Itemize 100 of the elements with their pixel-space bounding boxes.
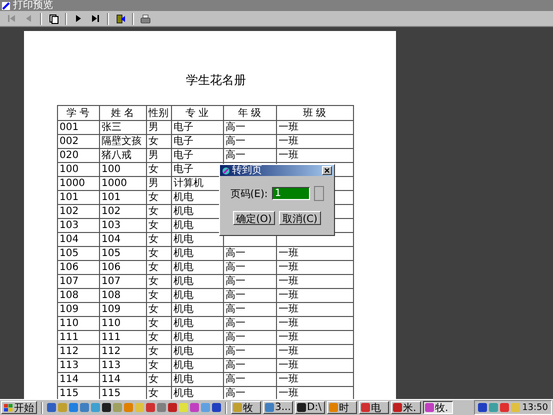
table-cell: 机电 [171,372,223,386]
start-button[interactable]: 开始 [1,401,37,414]
app-icon [233,403,242,412]
spin-control[interactable] [314,186,324,201]
table-cell: 电子 [171,120,223,134]
table-cell: 一班 [276,372,353,386]
table-cell: 高一 [223,120,276,134]
table-cell: 112 [57,344,99,358]
table-cell: 107 [57,274,99,288]
app-icon [361,403,370,412]
table-cell: 102 [57,204,99,218]
taskbar-button[interactable]: 3... [263,401,293,414]
table-cell: 114 [57,372,99,386]
app-icon [425,403,434,412]
table-cell: 001 [57,120,99,134]
table-cell: 一班 [276,120,353,134]
table-cell: 电子 [171,148,223,162]
ok-button[interactable]: 确定(O) [233,211,275,225]
table-cell: 109 [57,302,99,316]
table-cell: 100 [57,162,99,176]
taskbar-button[interactable]: D:\ [295,401,325,414]
table-cell: 002 [57,134,99,148]
table-cell: 女 [146,218,171,232]
table-cell: 111 [99,330,146,344]
table-cell: 一班 [276,148,353,162]
table-cell: 男 [146,176,171,190]
table-cell: 109 [99,302,146,316]
table-cell: 一班 [276,274,353,288]
column-header: 姓 名 [99,106,146,120]
table-cell: 女 [146,260,171,274]
taskbar-button[interactable]: 米. [391,401,421,414]
table-cell: 105 [57,246,99,260]
table-cell: 机电 [171,316,223,330]
table-cell: 女 [146,246,171,260]
taskbar-button[interactable]: 电 [359,401,389,414]
table-cell: 高一 [223,372,276,386]
table-cell: 高一 [223,344,276,358]
table-cell: 107 [99,274,146,288]
table-cell: 女 [146,358,171,372]
table-cell: 机电 [171,274,223,288]
table-cell: 机电 [171,260,223,274]
table-cell: 女 [146,316,171,330]
table-cell: 104 [99,232,146,246]
table-cell: 102 [99,204,146,218]
table-cell: 男 [146,148,171,162]
table-cell: 高一 [223,330,276,344]
table-cell: 111 [57,330,99,344]
table-cell: 女 [146,330,171,344]
print-button[interactable] [138,12,153,25]
table-cell: 101 [99,190,146,204]
taskbar-button[interactable]: 牧 [231,401,261,414]
table-cell: 高一 [223,260,276,274]
table-cell: 机电 [171,246,223,260]
table-cell: 机电 [171,330,223,344]
taskbar-button[interactable]: 时 [327,401,357,414]
table-cell: 108 [57,288,99,302]
table-cell: 110 [57,316,99,330]
table-cell: 100 [99,162,146,176]
windows-logo-icon [4,404,13,412]
table-cell: 女 [146,134,171,148]
print-icon [140,14,151,24]
close-icon [324,168,330,173]
cancel-button[interactable]: 取消(C) [279,211,321,225]
window-title: 打印预览 [13,0,53,11]
app-icon [265,403,274,412]
table-cell: 113 [57,358,99,372]
table-cell: 一班 [276,330,353,344]
table-cell: 020 [57,148,99,162]
last-page-icon [91,14,100,23]
table-cell: 103 [99,218,146,232]
table-cell: 机电 [171,344,223,358]
previous-page-icon [24,14,33,23]
table-cell: 106 [57,260,99,274]
taskbar-button[interactable]: 牧. [423,401,453,414]
table-cell: 104 [57,232,99,246]
table-cell: 一班 [276,302,353,316]
table-cell: 女 [146,274,171,288]
table-cell: 101 [57,190,99,204]
table-cell: 一班 [276,134,353,148]
column-header: 专 业 [171,106,223,120]
dialog-icon [222,166,230,174]
table-cell: 108 [99,288,146,302]
first-page-icon [7,14,16,23]
table-cell: 女 [146,204,171,218]
column-header: 班 级 [276,106,353,120]
table-cell: 一班 [276,260,353,274]
next-page-icon [74,14,83,23]
table-cell: 一班 [276,358,353,372]
app-icon [297,403,306,412]
table-cell: 高一 [223,246,276,260]
table-cell: 一班 [276,246,353,260]
page-number-field[interactable]: 1 [272,187,310,200]
table-cell: 女 [146,344,171,358]
table-cell: 105 [99,246,146,260]
table-cell: 一班 [276,344,353,358]
table-cell: 女 [146,288,171,302]
page-number-label: 页码(E): [230,188,268,200]
column-header: 年 级 [223,106,276,120]
close-button[interactable] [322,166,332,175]
table-cell: 电子 [171,134,223,148]
